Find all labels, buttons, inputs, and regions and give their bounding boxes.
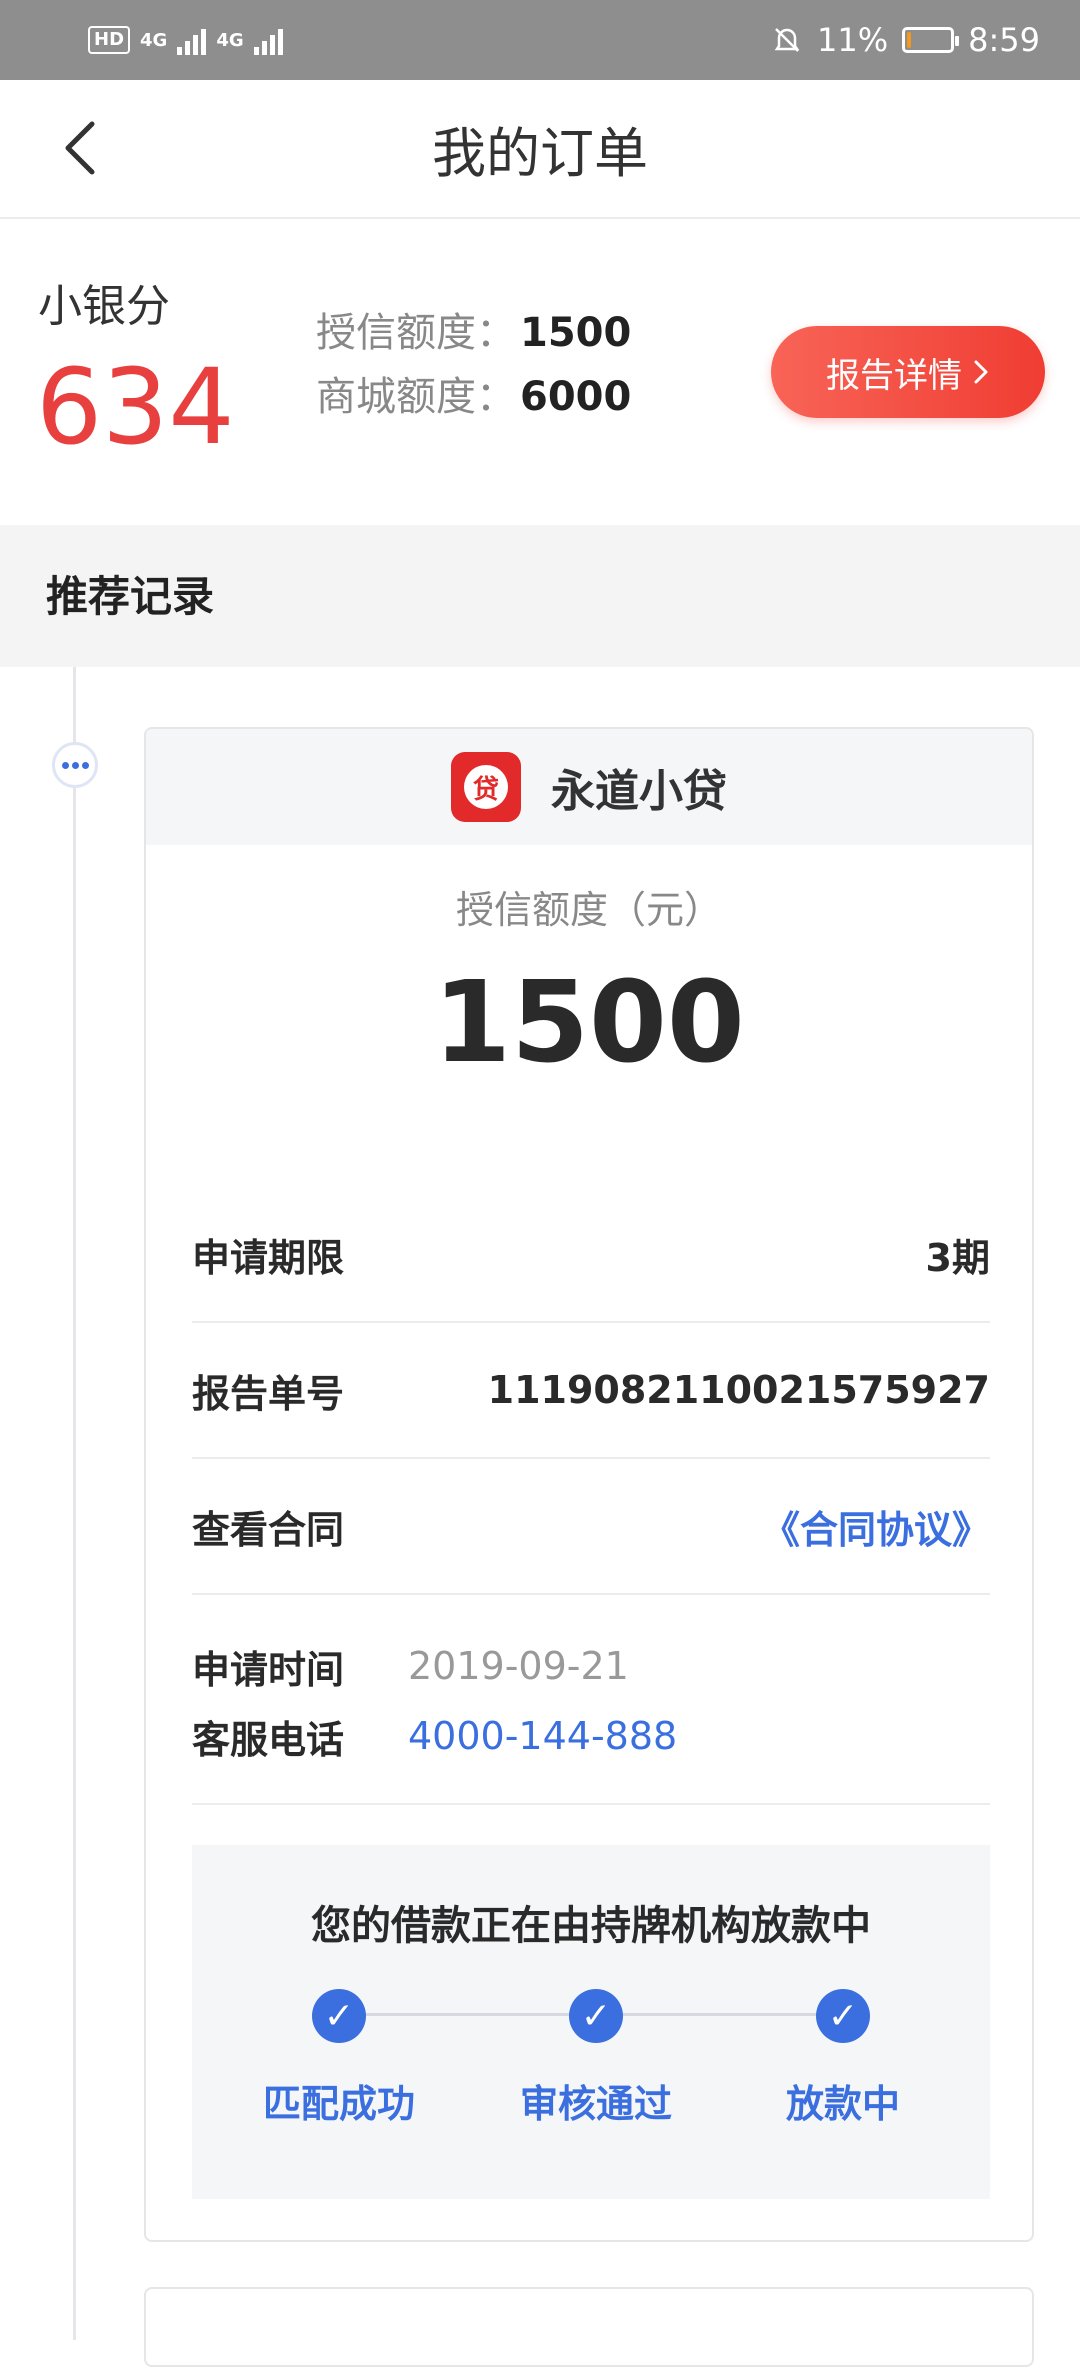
- next-order-card: [144, 2287, 1034, 2367]
- network-type-2: 4G: [216, 29, 244, 51]
- step-1-check-icon: ✓: [312, 1989, 366, 2043]
- card-header: 贷 永道小贷: [146, 729, 1032, 845]
- chevron-left-icon: [65, 121, 95, 175]
- step-3-label: 放款中: [785, 2082, 900, 2126]
- score-label: 小银分: [38, 281, 170, 332]
- contract-link[interactable]: 《合同协议》: [762, 1499, 990, 1554]
- clock: 8:59: [968, 21, 1040, 59]
- row-report-number-value: 1119082110021575927: [487, 1368, 990, 1412]
- lender-logo-icon: 贷: [451, 752, 521, 822]
- row-report-number: 报告单号 1119082110021575927: [192, 1323, 990, 1459]
- row-contract-key: 查看合同: [192, 1507, 345, 1552]
- section-title: 推荐记录: [46, 572, 215, 621]
- back-button[interactable]: [50, 118, 110, 178]
- more-icon[interactable]: [52, 742, 98, 788]
- row-term-value: 3期: [925, 1235, 990, 1280]
- loan-status-box: 您的借款正在由持牌机构放款中 ✓ ✓ ✓ 匹配成功 审核通过 放款中: [192, 1845, 990, 2199]
- step-2-label: 审核通过: [519, 2082, 672, 2126]
- section-header: 推荐记录: [0, 525, 1080, 667]
- apply-time-value: 2019-09-21: [408, 1644, 629, 1688]
- signal-icon-2: [253, 25, 283, 55]
- row-report-number-key: 报告单号: [192, 1371, 345, 1416]
- status-bar-right: 11% 8:59: [771, 18, 1040, 62]
- step-connector-2: [609, 2013, 843, 2016]
- step-3-check-icon: ✓: [816, 1989, 870, 2043]
- apply-time-label: 申请时间: [192, 1647, 345, 1692]
- hd-indicator: HD: [88, 26, 131, 54]
- mute-bell-icon: [774, 28, 800, 52]
- signal-icon: [177, 25, 207, 55]
- battery-fill: [907, 32, 912, 48]
- timeline-line: [73, 667, 76, 2340]
- mall-limit-label: 商城额度：: [316, 374, 516, 420]
- battery-icon: [902, 27, 960, 53]
- loan-status-title: 您的借款正在由持牌机构放款中: [311, 1903, 871, 1949]
- service-phone: 客服电话 4000-144-888: [192, 1701, 677, 1771]
- score-value: 634: [36, 346, 235, 468]
- service-phone-label: 客服电话: [192, 1717, 345, 1762]
- nav-bar: 我的订单: [0, 80, 1080, 219]
- battery-percent: 11%: [817, 21, 889, 59]
- credit-limit-label: 授信额度：: [316, 310, 516, 356]
- step-2-check-icon: ✓: [569, 1989, 623, 2043]
- mall-limit-value: 6000: [520, 374, 632, 420]
- credit-limit-value: 1500: [520, 310, 632, 356]
- status-bar-left: HD 4G 4G: [88, 22, 283, 58]
- order-card: 贷 永道小贷 授信额度（元） 1500 申请期限 3期 报告单号 1119082…: [144, 727, 1034, 2242]
- row-term-key: 申请期限: [192, 1235, 345, 1280]
- lender-logo-text: 贷: [464, 765, 508, 809]
- report-detail-label: 报告详情: [826, 355, 962, 396]
- lender: 贷 永道小贷: [146, 729, 1032, 845]
- page-title: 我的订单: [432, 122, 648, 185]
- row-term: 申请期限 3期: [192, 1187, 990, 1323]
- row-contract: 查看合同 《合同协议》: [192, 1459, 990, 1595]
- info-block: 申请时间 2019-09-21 客服电话 4000-144-888: [192, 1595, 990, 1805]
- lender-name: 永道小贷: [551, 766, 727, 817]
- credit-limit: 授信额度： 1500: [316, 300, 631, 358]
- amount-value: 1500: [433, 958, 745, 1088]
- report-detail-button[interactable]: 报告详情: [771, 326, 1045, 418]
- step-1-label: 匹配成功: [262, 2082, 415, 2126]
- service-phone-link[interactable]: 4000-144-888: [408, 1714, 677, 1758]
- status-bar: HD 4G 4G 11% 8:59: [0, 0, 1080, 80]
- mall-limit: 商城额度： 6000: [316, 364, 631, 422]
- amount-label: 授信额度（元）: [455, 888, 722, 932]
- chevron-right-icon: [974, 360, 988, 384]
- step-connector-1: [339, 2013, 573, 2016]
- network-type-1: 4G: [140, 29, 168, 51]
- apply-time: 申请时间 2019-09-21: [192, 1631, 629, 1701]
